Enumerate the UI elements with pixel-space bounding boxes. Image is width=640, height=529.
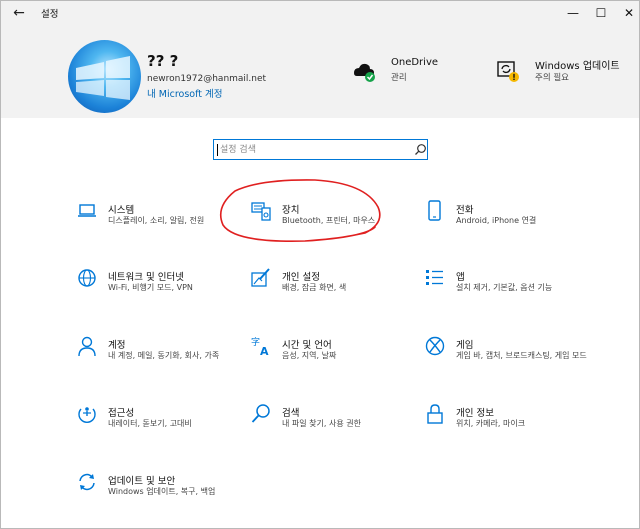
account-name: ?? ? <box>147 52 179 70</box>
category-title: 업데이트 및 보안 <box>108 476 176 487</box>
windows-update-icon <box>497 61 519 82</box>
category-description: Bluetooth, 프린터, 마우스 <box>282 216 376 225</box>
category-description: 위치, 카메라, 마이크 <box>456 419 526 428</box>
category-apps[interactable]: 앱 설치 제거, 기본값, 옵션 기능 <box>425 267 595 311</box>
globe-icon <box>78 269 96 287</box>
category-description: 게임 바, 캡처, 브로드캐스팅, 게임 모드 <box>456 351 587 360</box>
category-title: 장치 <box>282 205 300 216</box>
account-email: newron1972@hanmail.net <box>147 74 267 84</box>
onedrive-title: OneDrive <box>391 57 439 68</box>
person-icon <box>78 336 96 357</box>
search-input[interactable] <box>220 142 410 157</box>
category-update-security[interactable]: 업데이트 및 보안 Windows 업데이트, 복구, 백업 <box>77 471 247 515</box>
category-title: 네트워크 및 인터넷 <box>108 272 184 283</box>
window-title: 설정 <box>41 9 59 20</box>
avatar[interactable] <box>68 40 141 113</box>
search-icon[interactable] <box>414 143 427 156</box>
category-description: 음성, 지역, 날짜 <box>282 351 337 360</box>
microsoft-account-link[interactable]: 내 Microsoft 계정 <box>147 86 223 100</box>
category-ease-of-access[interactable]: 접근성 내레이터, 돋보기, 고대비 <box>77 403 247 447</box>
category-title: 접근성 <box>108 408 135 419</box>
svg-text:A: A <box>260 345 269 357</box>
category-description: 내 계정, 메일, 동기화, 회사, 가족 <box>108 351 220 360</box>
category-description: Windows 업데이트, 복구, 백업 <box>108 487 216 496</box>
windows-update-subtitle: 주의 필요 <box>535 73 569 83</box>
category-title: 시스템 <box>108 205 135 216</box>
title-bar: ← 설정 — ☐ ✕ <box>1 1 639 25</box>
category-title: 개인 정보 <box>456 408 494 419</box>
category-system[interactable]: 시스템 디스플레이, 소리, 알림, 전원 <box>77 200 247 244</box>
account-header: ?? ? newron1972@hanmail.net 내 Microsoft … <box>1 25 639 118</box>
xbox-icon <box>425 336 445 356</box>
category-network[interactable]: 네트워크 및 인터넷 Wi-Fi, 비행기 모드, VPN <box>77 267 247 311</box>
category-title: 검색 <box>282 408 300 419</box>
category-title: 계정 <box>108 340 126 351</box>
category-devices[interactable]: 장치 Bluetooth, 프린터, 마우스 <box>251 200 421 244</box>
onedrive-cloud-icon <box>354 63 375 82</box>
category-search[interactable]: 검색 내 파일 찾기, 사용 권한 <box>251 403 421 447</box>
category-description: 내 파일 찾기, 사용 권한 <box>282 419 361 428</box>
settings-search-box[interactable] <box>213 139 428 160</box>
category-description: 디스플레이, 소리, 알림, 전원 <box>108 216 205 225</box>
category-description: Android, iPhone 연결 <box>456 216 537 225</box>
close-button[interactable]: ✕ <box>607 1 640 25</box>
category-description: 설치 제거, 기본값, 옵션 기능 <box>456 283 553 292</box>
category-personalization[interactable]: 개인 설정 배경, 잠금 화면, 색 <box>251 267 421 311</box>
onedrive-subtitle: 관리 <box>391 73 407 83</box>
category-title: 시간 및 언어 <box>282 340 332 351</box>
svg-text:字: 字 <box>251 336 260 348</box>
category-title: 개인 설정 <box>282 272 320 283</box>
phone-icon <box>428 200 441 221</box>
back-arrow-icon[interactable]: ← <box>9 4 29 22</box>
apps-list-icon <box>426 270 443 285</box>
category-title: 앱 <box>456 272 465 283</box>
category-phone[interactable]: 전화 Android, iPhone 연결 <box>425 200 595 244</box>
windows-wallpaper-icon <box>76 56 130 100</box>
category-gaming[interactable]: 게임 게임 바, 캡처, 브로드캐스팅, 게임 모드 <box>425 335 595 379</box>
windows-update-title: Windows 업데이트 <box>535 61 620 72</box>
category-time-language[interactable]: 字 A 시간 및 언어 음성, 지역, 날짜 <box>251 335 421 379</box>
lock-icon <box>427 404 443 424</box>
category-description: Wi-Fi, 비행기 모드, VPN <box>108 283 193 292</box>
category-title: 전화 <box>456 205 474 216</box>
update-sync-icon <box>79 473 95 491</box>
category-description: 내레이터, 돋보기, 고대비 <box>108 419 192 428</box>
text-caret <box>217 144 218 156</box>
time-language-icon: 字 A <box>251 336 269 357</box>
category-title: 게임 <box>456 340 474 351</box>
ease-of-access-icon <box>78 407 96 423</box>
category-privacy[interactable]: 개인 정보 위치, 카메라, 마이크 <box>425 403 595 447</box>
paint-pen-icon <box>251 268 270 287</box>
category-accounts[interactable]: 계정 내 계정, 메일, 동기화, 회사, 가족 <box>77 335 247 379</box>
category-description: 배경, 잠금 화면, 색 <box>282 283 347 292</box>
laptop-icon <box>78 204 96 217</box>
search-magnifier-icon <box>251 404 270 423</box>
keyboard-speaker-icon <box>251 202 271 221</box>
